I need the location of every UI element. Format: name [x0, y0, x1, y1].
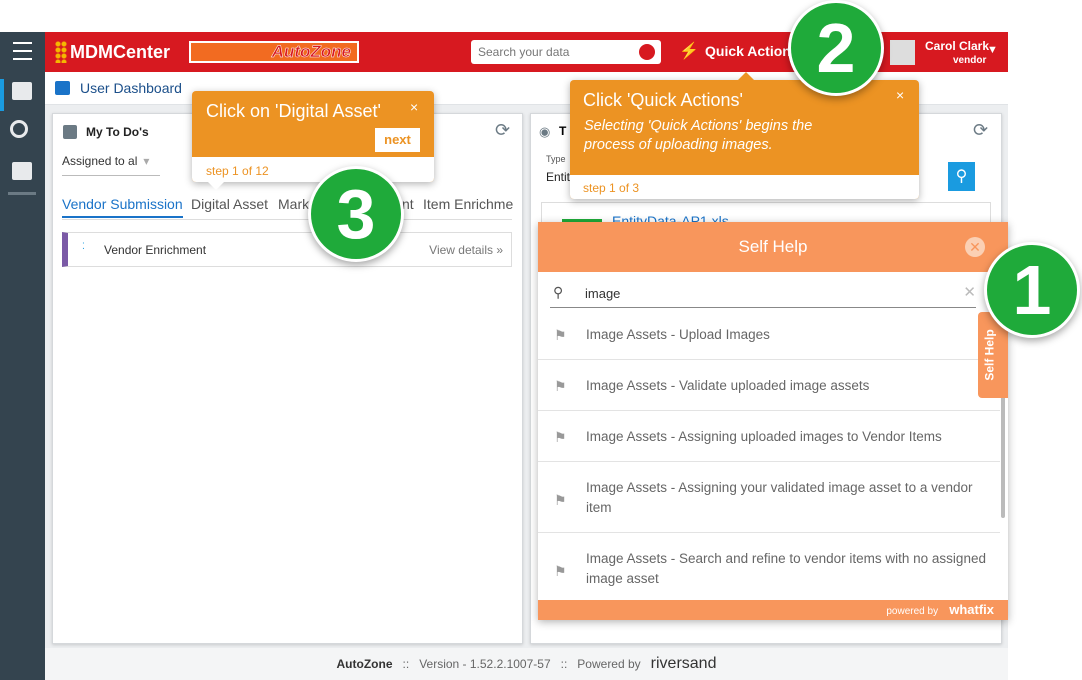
avatar[interactable] — [890, 40, 915, 65]
tab-vendor-submission[interactable]: Vendor Submission — [62, 196, 183, 218]
powered-by: powered by — [886, 606, 939, 617]
brand-name: MDMCenter — [70, 42, 171, 62]
gauge-icon: ◉ — [539, 124, 551, 139]
riversand-logo: riversand — [650, 655, 717, 672]
view-details-link[interactable]: View details » — [429, 243, 503, 257]
powered-by: Powered by — [577, 657, 641, 671]
tooltip-title: Click 'Quick Actions' — [583, 90, 743, 110]
help-search-input[interactable]: ⚲ image ✕ — [550, 278, 976, 308]
lightning-icon: ⚡ — [679, 43, 699, 60]
tab-digital-asset[interactable]: Digital Asset — [191, 196, 268, 212]
tooltip-body: Selecting 'Quick Actions' begins the pro… — [584, 118, 813, 153]
assigned-filter[interactable]: Assigned to al ▾ — [62, 154, 160, 176]
close-icon[interactable]: × — [896, 87, 904, 103]
digital-asset-tooltip: Click on 'Digital Asset' × next step 1 o… — [192, 91, 434, 190]
card-title: My To Do's — [86, 125, 149, 139]
version: Version - 1.52.2.1007-57 — [419, 657, 551, 671]
chevron-down-icon[interactable]: ▼ — [987, 44, 998, 56]
signpost-icon: ⚑ — [554, 378, 567, 394]
step-marker-3: 3 — [308, 166, 404, 262]
search-button[interactable]: ⚲ — [948, 162, 975, 191]
step-marker-2: 2 — [788, 0, 884, 96]
type-value[interactable]: Entit — [546, 170, 570, 184]
search-value: image — [585, 286, 621, 301]
dashboard-icon — [55, 81, 70, 95]
help-item[interactable]: ⚑ Image Assets - Upload Images — [538, 310, 1000, 360]
next-button[interactable]: next — [375, 128, 420, 152]
close-icon[interactable]: × — [410, 99, 418, 115]
search-go-icon[interactable] — [639, 44, 655, 60]
sidebar — [0, 32, 45, 680]
footer: AutoZone :: Version - 1.52.2.1007-57 :: … — [45, 648, 1008, 680]
self-help-title: Self Help — [738, 237, 808, 256]
self-help-panel: Self Help ✕ ⚲ image ✕ ⚑ Image Assets - Up… — [538, 222, 1008, 620]
item-label: Vendor Enrichment — [104, 243, 207, 257]
separator: :: — [560, 657, 568, 671]
dashboard-icon[interactable] — [12, 82, 32, 100]
close-icon[interactable]: ✕ — [965, 237, 985, 257]
clear-icon[interactable]: ✕ — [963, 283, 976, 301]
step-counter: step 1 of 12 — [206, 164, 269, 178]
user-name[interactable]: Carol Clark — [925, 39, 989, 53]
help-item[interactable]: ⚑ Image Assets - Validate uploaded image … — [538, 360, 1000, 411]
user-role: vendor — [953, 55, 987, 66]
tab-marketing[interactable]: Mark — [278, 196, 309, 212]
refresh-icon[interactable]: ⟳ — [495, 120, 510, 141]
help-item[interactable]: ⚑ Image Assets - Search and refine to ven… — [538, 533, 1000, 600]
search-icon[interactable] — [10, 120, 28, 138]
help-item[interactable]: ⚑ Image Assets - Assigning uploaded image… — [538, 411, 1000, 462]
quick-actions-button[interactable]: Quick Actions — [705, 43, 799, 59]
separator: :: — [402, 657, 410, 671]
todo-icon — [63, 125, 77, 139]
type-label: Type — [546, 154, 566, 164]
mdm-logo-icon — [55, 41, 67, 63]
signpost-icon: ⚑ — [554, 492, 567, 508]
list-item[interactable]: ⁚ Vendor Enrichment View details » — [62, 232, 512, 267]
tooltip-title: Click on 'Digital Asset' — [206, 101, 381, 121]
page-title: User Dashboard — [80, 80, 182, 96]
signpost-icon: ⚑ — [554, 563, 567, 579]
menu-icon[interactable] — [13, 42, 32, 60]
step-counter: step 1 of 3 — [583, 181, 640, 195]
help-item[interactable]: ⚑ Image Assets - Assigning your validated… — [538, 462, 1000, 533]
search-input[interactable]: Search your data — [471, 40, 661, 64]
autozone-logo: AutoZone — [189, 41, 359, 63]
footer-company: AutoZone — [336, 657, 393, 671]
step-marker-1: 1 — [984, 242, 1080, 338]
todo-card: My To Do's ⟳ Assigned to al ▾ Vendor Subm… — [52, 113, 523, 644]
tab-item-enrichment[interactable]: Item Enrichme — [423, 196, 513, 212]
signpost-icon: ⚑ — [554, 429, 567, 445]
whatfix-logo: whatfix — [949, 602, 994, 617]
search-icon: ⚲ — [553, 284, 564, 300]
signpost-icon: ⚑ — [554, 327, 567, 343]
card-title: T — [559, 124, 567, 138]
quick-actions-tooltip: Click 'Quick Actions' × Selecting 'Quick… — [570, 72, 919, 199]
assets-icon[interactable] — [12, 162, 32, 180]
refresh-icon[interactable]: ⟳ — [973, 120, 988, 141]
